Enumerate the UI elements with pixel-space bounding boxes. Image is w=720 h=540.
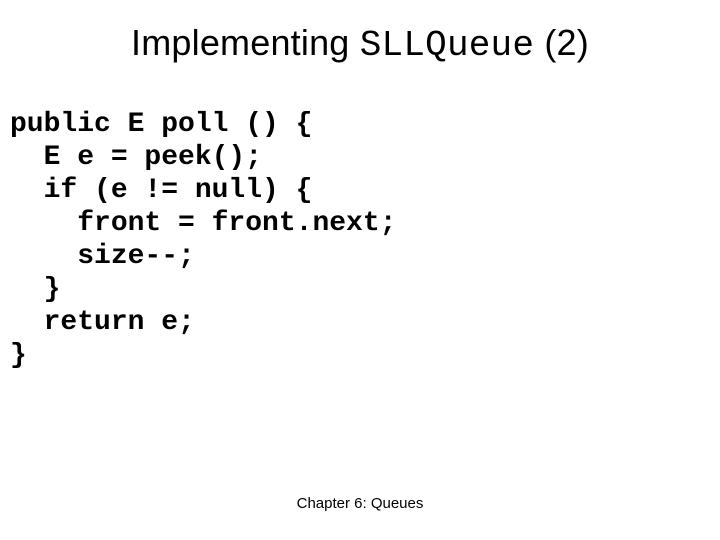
- title-classname: SLLQueue: [360, 25, 534, 66]
- slide-footer: Chapter 6: Queues: [0, 495, 720, 512]
- code-block: public E poll () { E e = peek(); if (e !…: [10, 108, 710, 372]
- slide: Implementing SLLQueue (2) public E poll …: [0, 0, 720, 540]
- title-suffix: (2): [534, 22, 589, 63]
- title-prefix: Implementing: [131, 22, 360, 63]
- slide-title: Implementing SLLQueue (2): [0, 22, 720, 66]
